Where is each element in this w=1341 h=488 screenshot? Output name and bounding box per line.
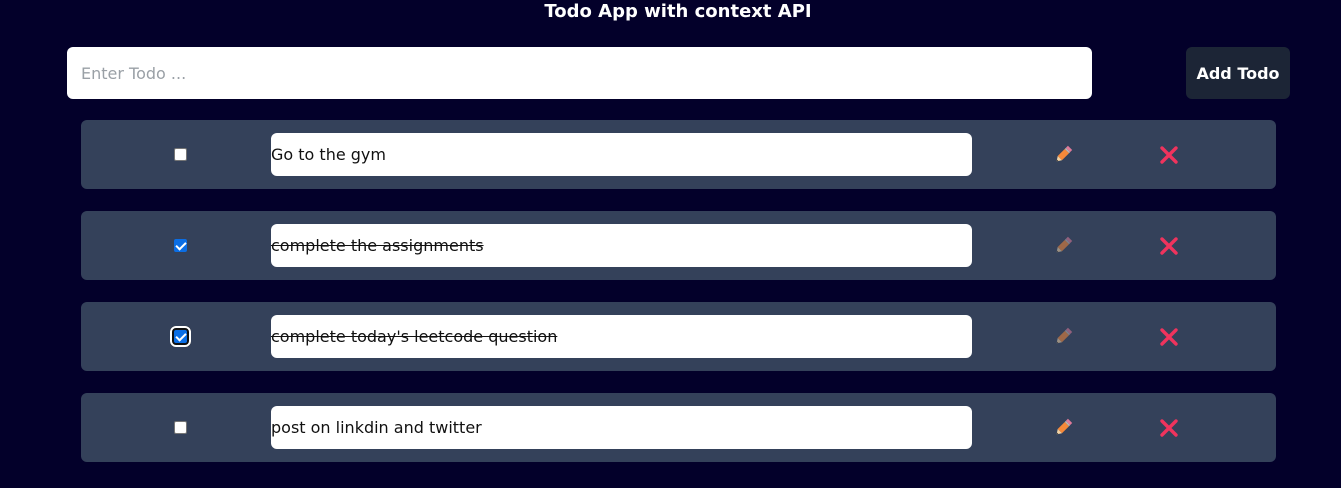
delete-button[interactable] bbox=[1158, 326, 1180, 348]
edit-button[interactable] bbox=[1052, 417, 1074, 439]
edit-button[interactable] bbox=[1052, 235, 1074, 257]
todo-checkbox[interactable] bbox=[174, 148, 187, 161]
close-icon bbox=[1160, 146, 1178, 164]
todo-text[interactable]: post on linkdin and twitter bbox=[271, 406, 972, 449]
todo-list: Go to the gym complete the assignments c… bbox=[81, 120, 1276, 484]
todo-text[interactable]: complete today's leetcode question bbox=[271, 315, 972, 358]
pencil-icon bbox=[1056, 327, 1073, 344]
close-icon bbox=[1160, 237, 1178, 255]
add-todo-button[interactable]: Add Todo bbox=[1186, 47, 1290, 99]
delete-button[interactable] bbox=[1158, 235, 1180, 257]
todo-text[interactable]: Go to the gym bbox=[271, 133, 972, 176]
todo-app-page: Todo App with context API Add Todo Go to… bbox=[0, 0, 1341, 488]
edit-button[interactable] bbox=[1052, 144, 1074, 166]
todo-checkbox[interactable] bbox=[174, 239, 187, 252]
pencil-icon bbox=[1056, 236, 1073, 253]
todo-checkbox[interactable] bbox=[174, 421, 187, 434]
page-title: Todo App with context API bbox=[544, 1, 812, 22]
todo-item: complete the assignments bbox=[81, 211, 1276, 280]
todo-item: Go to the gym bbox=[81, 120, 1276, 189]
todo-item: complete today's leetcode question bbox=[81, 302, 1276, 371]
close-icon bbox=[1160, 328, 1178, 346]
delete-button[interactable] bbox=[1158, 417, 1180, 439]
todo-form: Add Todo bbox=[67, 47, 1290, 99]
todo-item: post on linkdin and twitter bbox=[81, 393, 1276, 462]
pencil-icon bbox=[1056, 418, 1073, 435]
todo-checkbox[interactable] bbox=[170, 326, 191, 347]
close-icon bbox=[1160, 419, 1178, 437]
pencil-icon bbox=[1056, 145, 1073, 162]
todo-input[interactable] bbox=[67, 47, 1092, 99]
todo-text[interactable]: complete the assignments bbox=[271, 224, 972, 267]
delete-button[interactable] bbox=[1158, 144, 1180, 166]
edit-button[interactable] bbox=[1052, 326, 1074, 348]
